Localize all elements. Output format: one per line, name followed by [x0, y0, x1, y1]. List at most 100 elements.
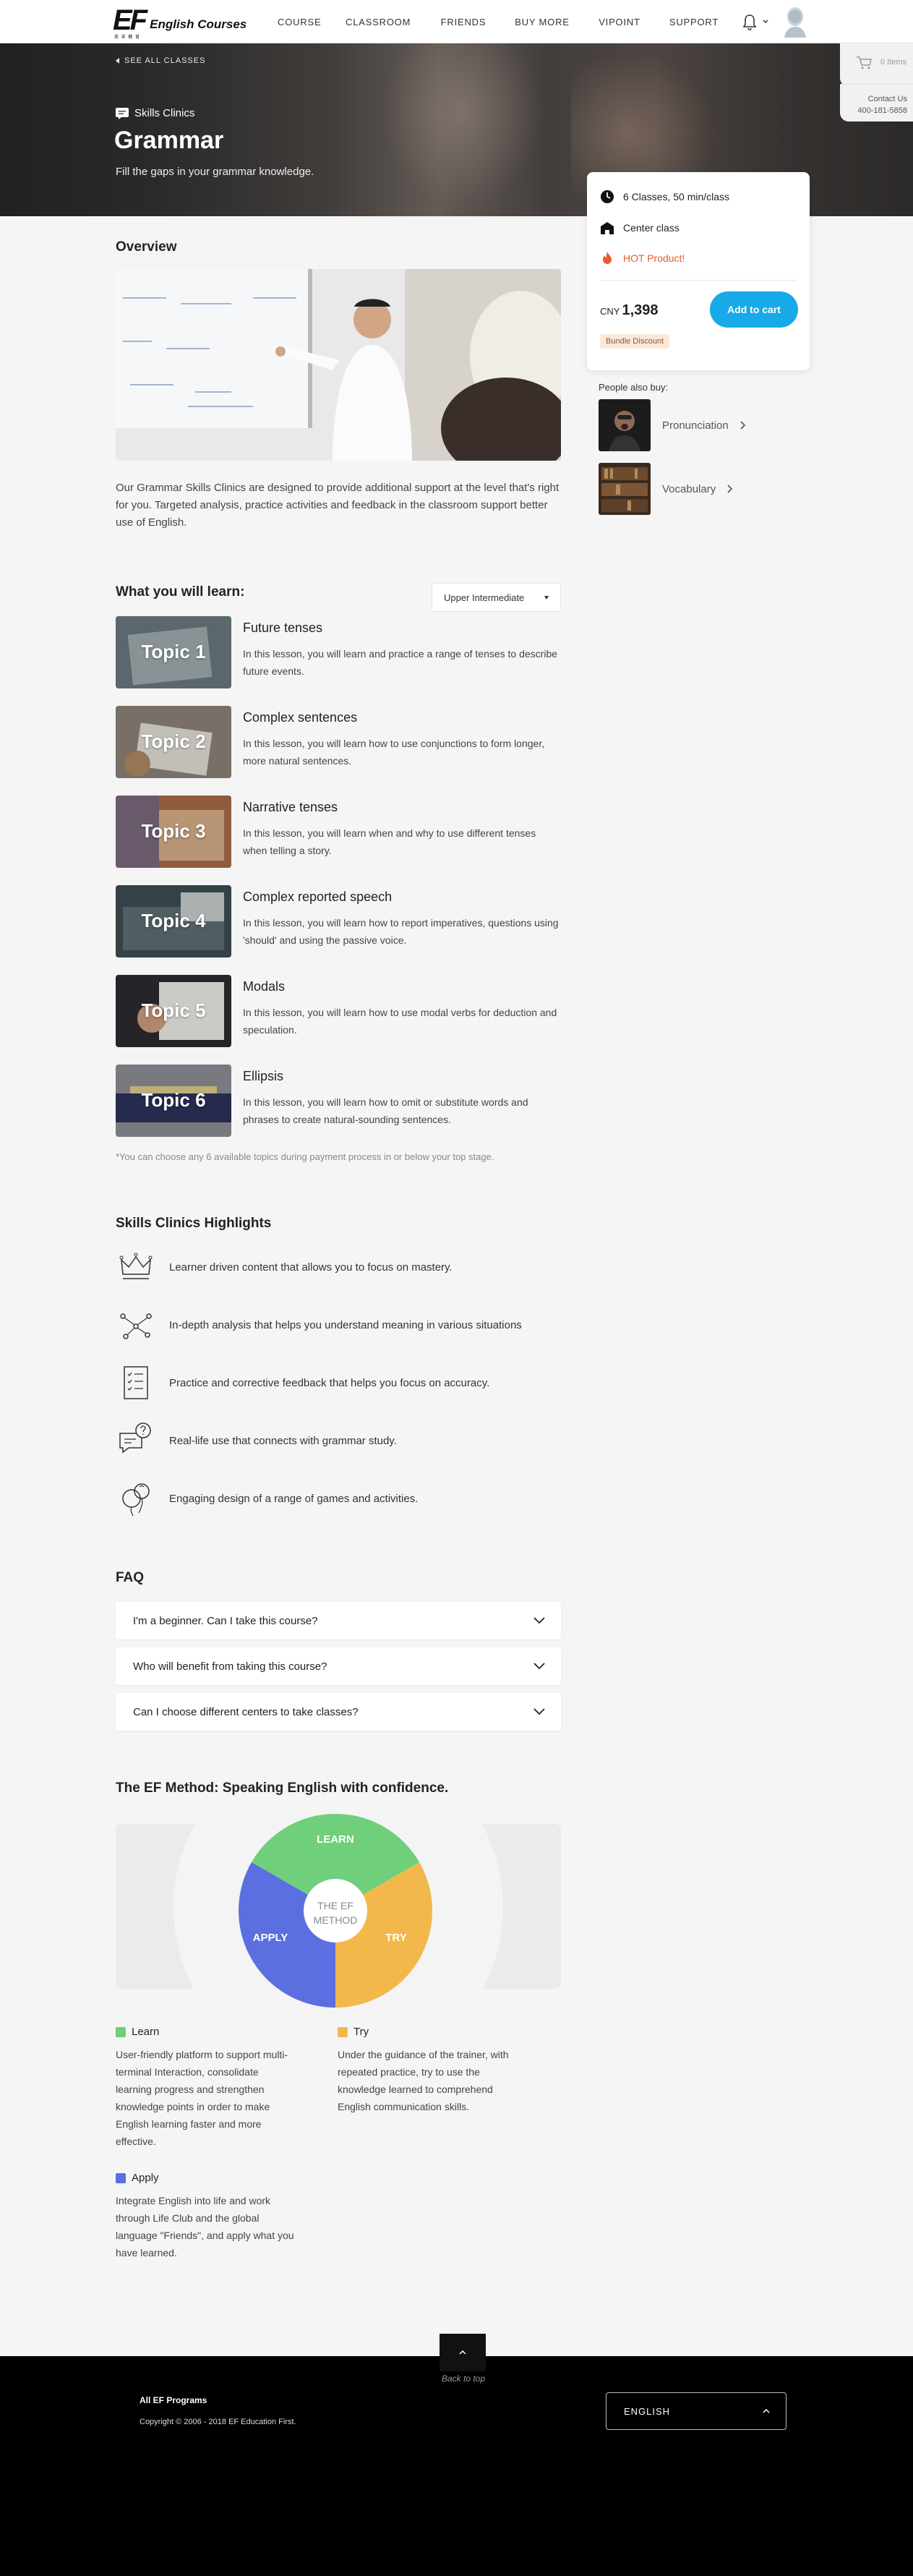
- topic-image: Topic 2: [116, 706, 231, 778]
- highlight-item: Real-life use that connects with grammar…: [116, 1420, 397, 1461]
- bundle-discount-badge: Bundle Discount: [600, 334, 670, 349]
- category-label: Skills Clinics: [116, 107, 194, 119]
- see-all-classes-link[interactable]: SEE ALL CLASSES: [116, 56, 205, 65]
- crown-icon: [119, 1253, 153, 1279]
- add-to-cart-button[interactable]: Add to cart: [710, 291, 798, 328]
- topic-card[interactable]: Topic 5 Modals In this lesson, you will …: [116, 975, 564, 1047]
- overview-title: Overview: [116, 239, 177, 255]
- faq-item[interactable]: Can I choose different centers to take c…: [116, 1693, 561, 1731]
- classes-text: 6 Classes, 50 min/class: [623, 191, 730, 202]
- wheel-label-learn: LEARN: [317, 1833, 354, 1846]
- also-buy-vocabulary[interactable]: Vocabulary: [599, 463, 733, 515]
- chevron-down-icon[interactable]: [763, 20, 768, 24]
- level-select[interactable]: Upper Intermediate: [432, 583, 561, 612]
- ef-logo[interactable]: EF 英 孚 教 育 English Courses: [113, 4, 247, 40]
- bell-icon[interactable]: [742, 13, 758, 30]
- contact-phone: 400-181-5858: [857, 106, 907, 115]
- location-text: Center class: [623, 222, 680, 234]
- faq-question: I'm a beginner. Can I take this course?: [133, 1614, 318, 1627]
- cart-count: 0 Items: [880, 58, 907, 67]
- nav-buy-more[interactable]: BUY MORE: [513, 17, 571, 27]
- price-card: 6 Classes, 50 min/class Center class HOT…: [587, 172, 810, 370]
- logo-title: English Courses: [150, 17, 247, 31]
- topic-title: Complex sentences: [243, 710, 358, 725]
- topic-note: *You can choose any 6 available topics d…: [116, 1151, 494, 1162]
- logo-mark: EF: [113, 4, 147, 36]
- learn-title: What you will learn:: [116, 584, 245, 600]
- hot-info: HOT Product!: [600, 251, 685, 265]
- faq-question: Who will benefit from taking this course…: [133, 1660, 327, 1673]
- vocabulary-thumbnail: [599, 463, 651, 515]
- chevron-down-icon: [533, 1708, 545, 1715]
- nav-course[interactable]: COURSE: [278, 17, 321, 27]
- overview-text: Our Grammar Skills Clinics are designed …: [116, 482, 560, 529]
- legend-try: Try: [338, 2026, 369, 2038]
- avatar[interactable]: [783, 6, 807, 38]
- wheel-label-apply: APPLY: [253, 1932, 288, 1944]
- contact-tab[interactable]: Contact Us 400-181-5858: [840, 84, 913, 121]
- highlight-text: Practice and corrective feedback that he…: [169, 1376, 490, 1389]
- pronunciation-thumbnail: [599, 399, 651, 451]
- back-link-label: SEE ALL CLASSES: [124, 56, 206, 65]
- page-subtitle: Fill the gaps in your grammar knowledge.: [116, 166, 314, 178]
- legend-text-try: Under the guidance of the trainer, with …: [338, 2049, 509, 2112]
- chevron-down-icon: [533, 1663, 545, 1670]
- nav-vipoint[interactable]: VIPOINT: [594, 17, 645, 27]
- topic-card[interactable]: Topic 6 Ellipsis In this lesson, you wil…: [116, 1065, 564, 1137]
- top-nav: EF 英 孚 教 育 English Courses COURSE CLASSR…: [0, 0, 913, 43]
- legend-swatch-apply: [116, 2172, 126, 2183]
- legend-label: Try: [353, 2026, 369, 2038]
- highlight-text: Engaging design of a range of games and …: [169, 1492, 419, 1505]
- legend-text-apply: Integrate English into life and work thr…: [116, 2195, 294, 2259]
- balloons-icon: [122, 1483, 150, 1517]
- method-title: The EF Method: Speaking English with con…: [116, 1780, 449, 1796]
- legend-learn: Learn: [116, 2026, 159, 2038]
- network-icon: [120, 1313, 152, 1339]
- topic-card[interactable]: Topic 4 Complex reported speech In this …: [116, 885, 564, 958]
- price: CNY 1,398: [600, 302, 659, 319]
- category-text: Skills Clinics: [134, 107, 195, 119]
- highlight-item: Engaging design of a range of games and …: [116, 1478, 418, 1519]
- clock-icon: [601, 190, 614, 203]
- topic-card[interactable]: Topic 1 Future tenses In this lesson, yo…: [116, 616, 564, 688]
- checklist-icon: [124, 1366, 148, 1399]
- highlight-item: In-depth analysis that helps you underst…: [116, 1305, 522, 1345]
- highlights-title: Skills Clinics Highlights: [116, 1216, 272, 1231]
- chevron-up-icon: [459, 2350, 466, 2355]
- price-amount: 1,398: [622, 302, 659, 318]
- nav-friends[interactable]: FRIENDS: [438, 17, 489, 27]
- contact-label: Contact Us: [867, 95, 907, 103]
- language-select[interactable]: ENGLISH: [606, 2392, 786, 2430]
- back-to-top-button[interactable]: [440, 2334, 486, 2371]
- wheel-center-line2: METHOD: [314, 1914, 358, 1926]
- cart-tab[interactable]: 0 Items: [840, 43, 913, 87]
- also-buy-pronunciation[interactable]: Pronunciation: [599, 399, 746, 451]
- flame-icon: [603, 252, 612, 264]
- faq-item[interactable]: Who will benefit from taking this course…: [116, 1647, 561, 1685]
- chevron-up-icon: [763, 2409, 770, 2413]
- topic-title: Complex reported speech: [243, 890, 393, 904]
- topic-card[interactable]: Topic 2 Complex sentences In this lesson…: [116, 706, 564, 778]
- topic-tag: Topic 4: [141, 910, 206, 931]
- topic-card[interactable]: Topic 3 Narrative tenses In this lesson,…: [116, 796, 564, 868]
- overview-photo: [116, 269, 561, 461]
- wheel-label-try: TRY: [385, 1932, 406, 1944]
- topic-tag: Topic 1: [141, 641, 206, 662]
- topic-description: In this lesson, you will learn how to om…: [243, 1096, 528, 1125]
- topic-tag: Topic 3: [141, 820, 206, 842]
- also-buy-title: People also buy:: [599, 382, 669, 393]
- topic-title: Future tenses: [243, 620, 323, 635]
- vocabulary-label: Vocabulary: [662, 482, 716, 495]
- caret-down-icon: [544, 595, 549, 600]
- nav-support[interactable]: SUPPORT: [669, 17, 719, 27]
- topic-tag: Topic 5: [141, 999, 206, 1021]
- footer-title: All EF Programs: [140, 2395, 207, 2405]
- topic-description: In this lesson, you will learn how to re…: [243, 917, 559, 946]
- chevron-left-icon: [116, 58, 119, 64]
- topic-image: Topic 3: [116, 796, 231, 868]
- nav-classroom[interactable]: CLASSROOM: [346, 17, 411, 27]
- topic-tag: Topic 2: [141, 730, 206, 752]
- faq-item[interactable]: I'm a beginner. Can I take this course?: [116, 1602, 561, 1639]
- topic-image: Topic 4: [116, 885, 231, 958]
- highlight-text: Learner driven content that allows you t…: [169, 1261, 453, 1274]
